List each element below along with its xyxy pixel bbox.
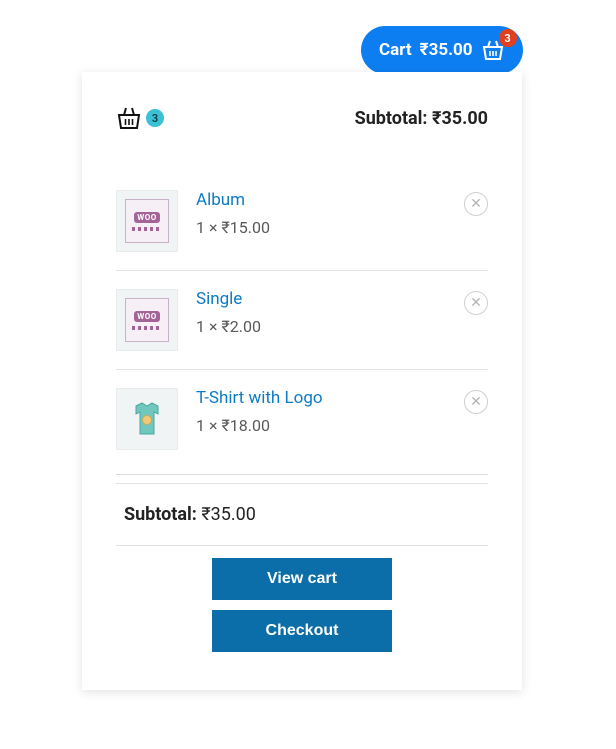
- remove-item-button[interactable]: ✕: [464, 192, 488, 216]
- subtotal-label: Subtotal:: [124, 504, 197, 525]
- panel-header: 3 Subtotal: ₹35.00: [116, 106, 488, 130]
- cart-item-qty: 1 × ₹18.00: [196, 416, 446, 435]
- basket-icon: [116, 106, 142, 130]
- panel-item-count: 3: [146, 109, 164, 127]
- cart-item: WOO Album 1 × ₹15.00 ✕: [116, 172, 488, 270]
- panel-subtotal: Subtotal: ₹35.00: [355, 108, 488, 129]
- cart-item-title[interactable]: T-Shirt with Logo: [196, 388, 446, 408]
- cart-item-qty: 1 × ₹15.00: [196, 218, 446, 237]
- cart-item-info: Album 1 × ₹15.00: [196, 190, 446, 237]
- panel-subtotal-label: Subtotal:: [355, 108, 428, 129]
- panel-header-left: 3: [116, 106, 164, 130]
- subtotal-row: Subtotal: ₹35.00: [116, 474, 488, 545]
- product-thumbnail: [116, 388, 178, 450]
- mini-cart-panel: 3 Subtotal: ₹35.00 WOOAlbum1 × ₹15.00✕WO…: [82, 72, 522, 690]
- close-icon: ✕: [470, 196, 482, 212]
- close-icon: ✕: [470, 295, 482, 311]
- cart-item: T-Shirt with Logo 1 × ₹18.00 ✕: [116, 369, 488, 468]
- cart-count-badge: 3: [499, 29, 517, 47]
- product-thumbnail: WOO: [116, 190, 178, 252]
- close-icon: ✕: [470, 394, 482, 410]
- cart-actions: View cart Checkout: [116, 545, 488, 652]
- cart-pill-label: Cart: [379, 40, 412, 60]
- cart-pill[interactable]: Cart ₹35.00 3: [361, 26, 523, 74]
- cart-item: WOO Single 1 × ₹2.00 ✕: [116, 270, 488, 369]
- panel-subtotal-amount: ₹35.00: [432, 108, 488, 129]
- product-thumbnail: WOO: [116, 289, 178, 351]
- view-cart-button[interactable]: View cart: [212, 558, 392, 600]
- remove-item-button[interactable]: ✕: [464, 291, 488, 315]
- cart-item-qty: 1 × ₹2.00: [196, 317, 446, 336]
- cart-items-list: WOOAlbum1 × ₹15.00✕WOOSingle1 × ₹2.00✕T-…: [116, 172, 488, 468]
- cart-item-title[interactable]: Album: [196, 190, 446, 210]
- checkout-button[interactable]: Checkout: [212, 610, 392, 652]
- cart-pill-amount: ₹35.00: [420, 40, 473, 60]
- basket-icon: 3: [481, 39, 505, 61]
- subtotal-amount: ₹35.00: [201, 504, 256, 525]
- cart-item-info: Single 1 × ₹2.00: [196, 289, 446, 336]
- cart-item-title[interactable]: Single: [196, 289, 446, 309]
- remove-item-button[interactable]: ✕: [464, 390, 488, 414]
- cart-item-info: T-Shirt with Logo 1 × ₹18.00: [196, 388, 446, 435]
